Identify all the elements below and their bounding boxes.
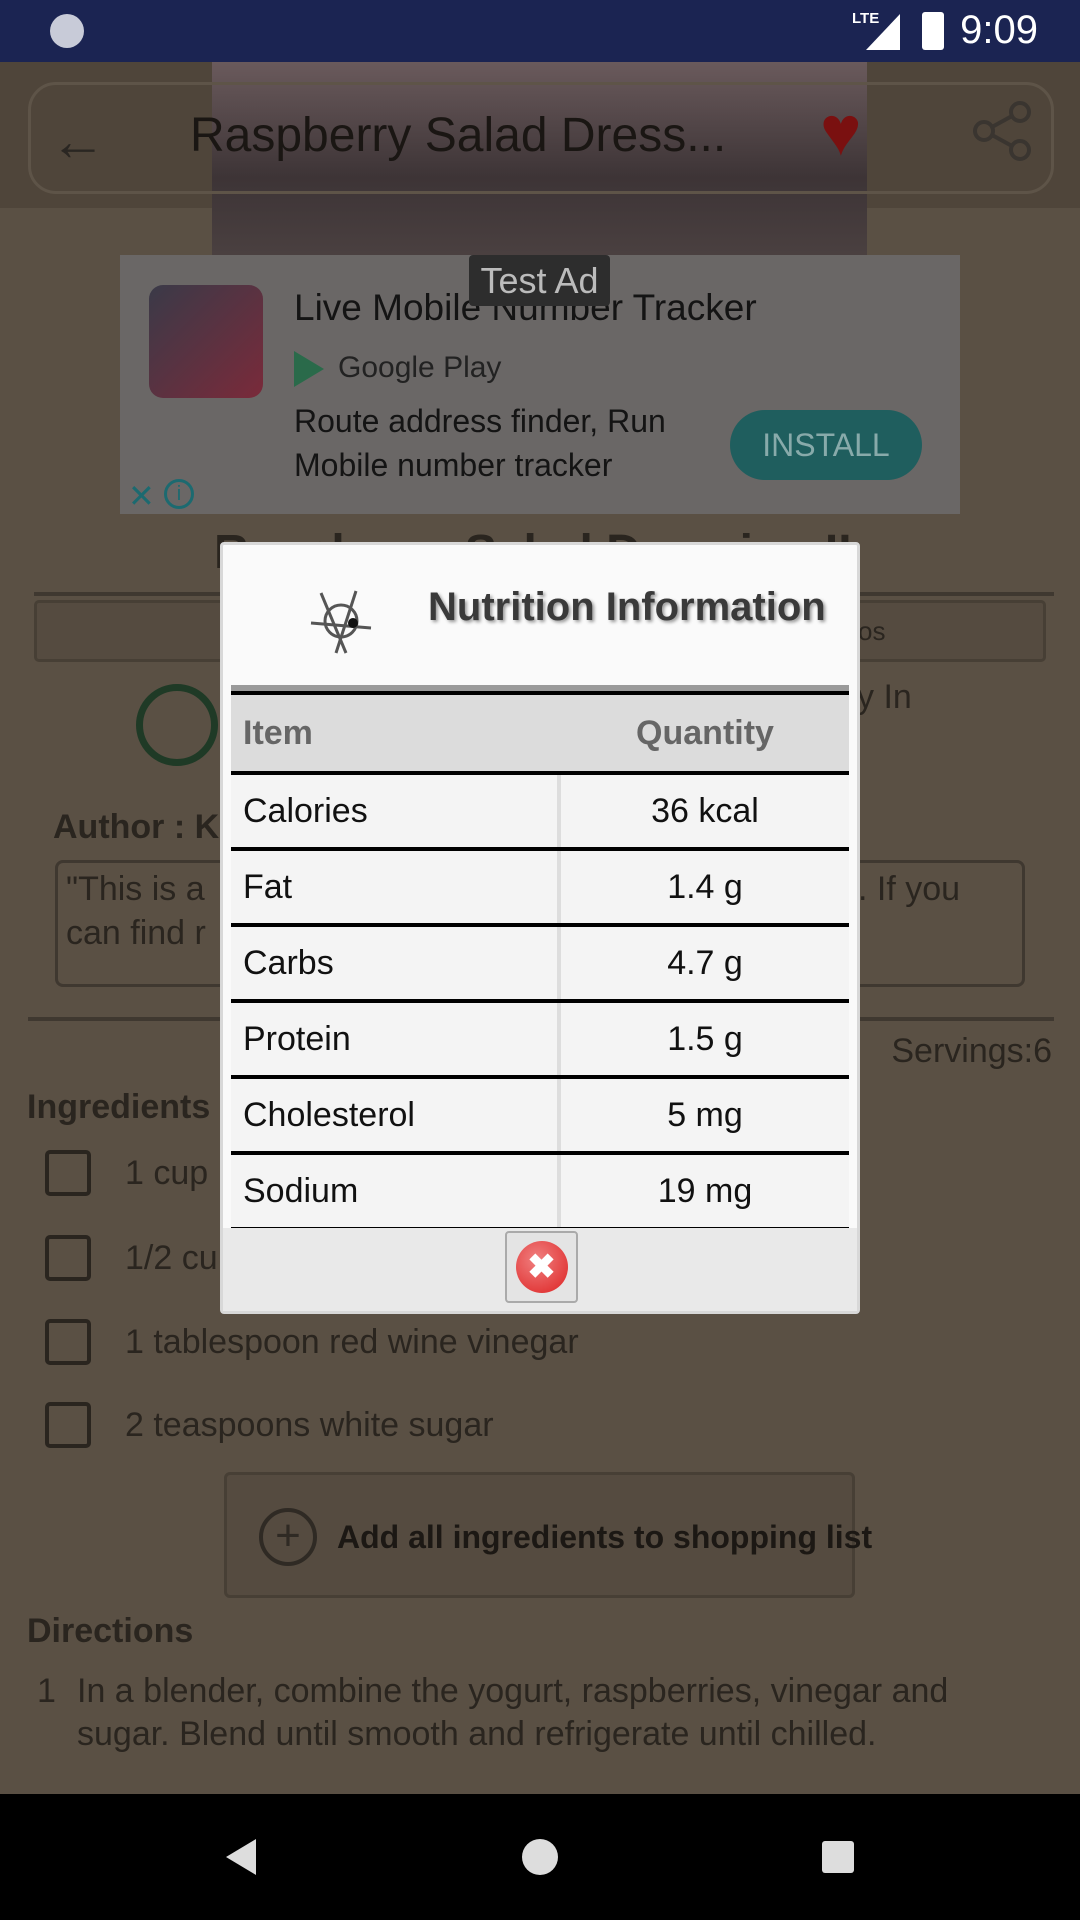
table-row: Cholesterol 5 mg (231, 1079, 849, 1151)
quantity-cell: 1.5 g (561, 1003, 849, 1075)
nutrition-logo-icon (301, 583, 381, 659)
ad-info-icon[interactable]: i (164, 479, 194, 509)
clock: 9:09 (960, 8, 1038, 52)
table-row: Carbs 4.7 g (231, 927, 849, 999)
ingredient-label: 1 tablespoon red wine vinegar (125, 1323, 579, 1361)
nutrition-dialog: Nutrition Information Item Quantity Calo… (220, 542, 860, 1314)
servings-label: Servings:6 (891, 1032, 1052, 1070)
add-to-shopping-list-button[interactable]: + Add all ingredients to shopping list (224, 1472, 872, 1598)
share-icon[interactable] (972, 100, 1034, 162)
description-text: can find r (66, 914, 206, 952)
table-row: Calories 36 kcal (231, 775, 849, 847)
direction-text: In a blender, combine the yogurt, raspbe… (77, 1672, 949, 1710)
item-cell: Calories (231, 775, 561, 847)
google-play-icon (294, 351, 324, 387)
ingredient-checkbox[interactable] (45, 1235, 91, 1281)
quantity-cell: 5 mg (561, 1079, 849, 1151)
ingredients-heading: Ingredients (27, 1088, 211, 1126)
battery-icon (922, 12, 944, 50)
direction-number: 1 (37, 1672, 56, 1710)
install-button[interactable]: INSTALL (730, 410, 922, 480)
dialog-title: Nutrition Information (428, 585, 826, 629)
navigation-bar (0, 1794, 1080, 1920)
header-quantity: Quantity (636, 713, 774, 752)
ad-description-2: Mobile number tracker (294, 447, 613, 483)
description-text: "This is a (66, 870, 205, 908)
test-ad-badge: Test Ad (469, 255, 610, 306)
notification-icon (50, 14, 84, 48)
ingredient-checkbox[interactable] (45, 1150, 91, 1196)
table-row: Fat 1.4 g (231, 851, 849, 923)
table-row: Protein 1.5 g (231, 1003, 849, 1075)
nav-home-icon[interactable] (522, 1839, 558, 1875)
timer-clock-icon (136, 684, 218, 766)
toolbar-title: Raspberry Salad Dress... (190, 109, 727, 162)
ad-app-icon (149, 285, 263, 398)
signal-icon (866, 14, 900, 50)
nutrition-table: Item Quantity Calories 36 kcal Fat 1.4 g C… (231, 685, 849, 1231)
ingredient-checkbox[interactable] (45, 1402, 91, 1448)
ad-close-icon[interactable]: ✕ (128, 477, 155, 515)
direction-text: sugar. Blend until smooth and refrigerat… (77, 1715, 877, 1753)
quantity-cell: 36 kcal (561, 775, 849, 847)
plus-circle-icon: + (259, 1508, 317, 1566)
ingredient-label: 1/2 cu (125, 1239, 218, 1277)
ad-store: Google Play (338, 351, 502, 384)
ingredient-label: 1 cup (125, 1154, 209, 1192)
dialog-footer: ✖ (223, 1228, 857, 1311)
quantity-cell: 1.4 g (561, 851, 849, 923)
nav-back-icon[interactable] (226, 1839, 256, 1875)
quantity-cell: 19 mg (561, 1155, 849, 1227)
item-cell: Fat (231, 851, 561, 923)
status-bar: LTE 9:09 (0, 0, 1080, 62)
item-cell: Carbs (231, 927, 561, 999)
ready-in-label: y In (857, 678, 912, 716)
nav-recents-icon[interactable] (822, 1841, 854, 1873)
quantity-cell: 4.7 g (561, 927, 849, 999)
close-button[interactable]: ✖ (505, 1231, 578, 1303)
heart-icon[interactable]: ♥ (820, 96, 862, 166)
ad-description-1: Route address finder, Run (294, 403, 666, 439)
author-label: Author : K (53, 808, 220, 846)
ingredient-label: 2 teaspoons white sugar (125, 1406, 494, 1444)
close-x-icon: ✖ (515, 1241, 568, 1293)
directions-heading: Directions (27, 1612, 194, 1650)
item-cell: Protein (231, 1003, 561, 1075)
description-text: . If you (858, 870, 961, 908)
item-cell: Sodium (231, 1155, 561, 1227)
ingredient-checkbox[interactable] (45, 1319, 91, 1365)
tab-label-fragment[interactable]: os (858, 616, 885, 647)
table-row: Sodium 19 mg (231, 1155, 849, 1227)
table-header: Item Quantity (231, 695, 849, 771)
add-to-shopping-list-label: Add all ingredients to shopping list (337, 1519, 873, 1555)
back-arrow-icon[interactable]: ← (50, 108, 106, 173)
item-cell: Cholesterol (231, 1079, 561, 1151)
header-item: Item (243, 713, 313, 752)
